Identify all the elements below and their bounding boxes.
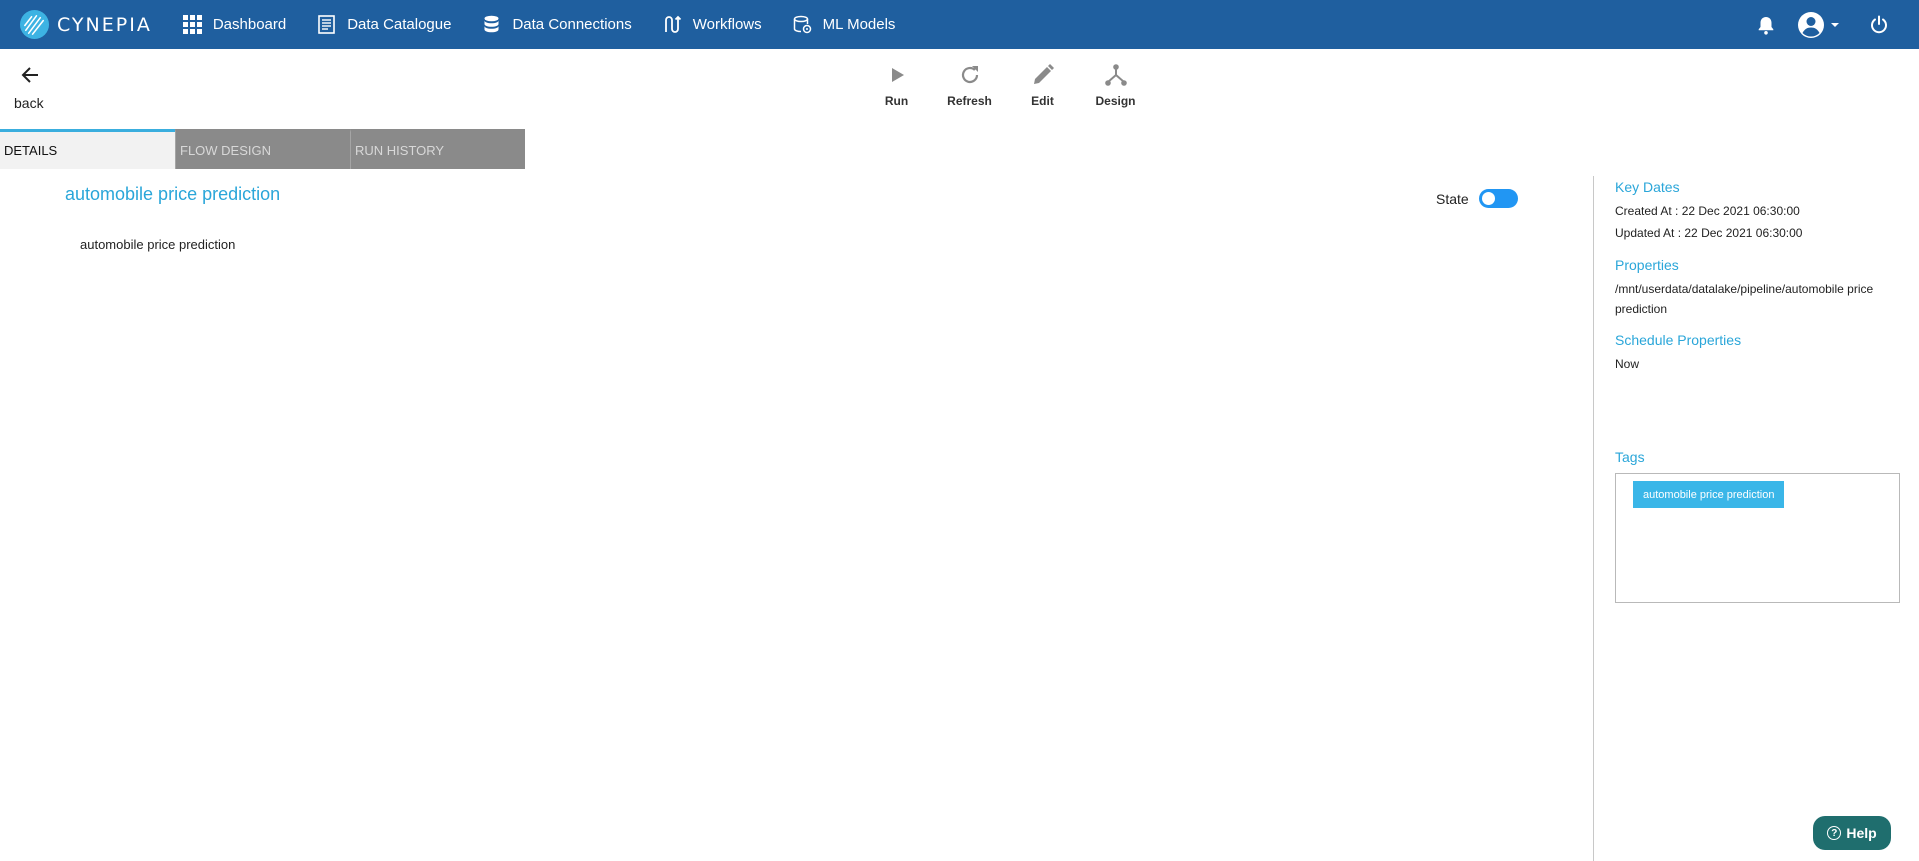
key-dates-section: Key Dates Created At : 22 Dec 2021 06:30… [1615, 179, 1905, 243]
schedule-value: Now [1615, 357, 1640, 371]
cynepia-logo-icon [19, 9, 50, 40]
state-label: State [1436, 190, 1469, 207]
state-toggle[interactable] [1478, 189, 1518, 208]
design-button[interactable]: Design [1079, 62, 1152, 108]
detail-tabs: DETAILS FLOW DESIGN RUN HISTORY [0, 129, 525, 169]
top-navbar: CYNEPIA Dashboard Data Catalogue Data Co… [0, 0, 1919, 49]
tags-box[interactable]: automobile price prediction [1615, 473, 1900, 603]
nav-item-workflows[interactable]: Workflows [662, 14, 762, 35]
pipeline-toolbar: Run Refresh Edit Design [860, 62, 1152, 108]
nav-item-data-connections[interactable]: Data Connections [481, 14, 632, 35]
tab-flow-design[interactable]: FLOW DESIGN [175, 129, 350, 169]
properties-title: Properties [1615, 257, 1679, 273]
pipeline-title: automobile price prediction [65, 184, 281, 204]
schedule-title: Schedule Properties [1615, 332, 1742, 348]
panel-divider [1593, 176, 1594, 861]
play-icon [891, 68, 904, 82]
nav-item-label: Data Catalogue [347, 16, 452, 33]
power-icon[interactable] [1869, 15, 1889, 35]
state-control: State [1436, 189, 1518, 208]
chevron-down-icon [1831, 22, 1839, 27]
tags-section: Tags [1615, 449, 1905, 465]
tags-title: Tags [1615, 449, 1645, 465]
back-button[interactable]: back [14, 64, 54, 111]
nav-item-label: ML Models [822, 16, 896, 33]
nav-item-label: Dashboard [212, 16, 287, 33]
toggle-knob [1481, 192, 1495, 205]
account-menu[interactable] [1797, 11, 1841, 39]
question-icon: ? [1827, 826, 1842, 840]
design-label: Design [1095, 94, 1136, 108]
created-at: Created At : 22 Dec 2021 06:30:00 [1615, 204, 1800, 218]
tab-label: FLOW DESIGN [180, 143, 272, 158]
tag-chip[interactable]: automobile price prediction [1633, 481, 1785, 508]
catalogue-icon [318, 15, 336, 34]
arrow-left-icon [21, 67, 38, 83]
nav-item-label: Workflows [692, 16, 762, 33]
brand[interactable]: CYNEPIA [19, 9, 152, 40]
back-label: back [14, 95, 44, 111]
properties-path: /mnt/userdata/datalake/pipeline/automobi… [1615, 282, 1874, 316]
help-button[interactable]: ? Help [1813, 816, 1891, 850]
schedule-section: Schedule Properties Now [1615, 332, 1905, 374]
account-icon [1798, 11, 1824, 38]
nav-item-dashboard[interactable]: Dashboard [182, 14, 286, 35]
help-label: Help [1846, 825, 1877, 841]
refresh-button[interactable]: Refresh [933, 62, 1006, 108]
grid-icon [182, 15, 202, 34]
brand-name: CYNEPIA [57, 13, 152, 36]
key-dates-title: Key Dates [1615, 179, 1680, 195]
database-icon [484, 15, 499, 33]
nav-item-data-catalogue[interactable]: Data Catalogue [316, 14, 451, 35]
pipeline-description: automobile price prediction [80, 237, 236, 252]
refresh-label: Refresh [947, 94, 992, 108]
run-button[interactable]: Run [860, 62, 933, 108]
tab-details[interactable]: DETAILS [0, 129, 175, 169]
properties-section: Properties /mnt/userdata/datalake/pipeli… [1615, 257, 1905, 319]
tab-label: RUN HISTORY [355, 143, 445, 158]
pencil-icon [1033, 64, 1054, 84]
updated-at: Updated At : 22 Dec 2021 06:30:00 [1615, 226, 1803, 240]
nav-item-ml-models[interactable]: ML Models [792, 14, 896, 35]
edit-button[interactable]: Edit [1006, 62, 1079, 108]
workflow-icon [664, 15, 681, 33]
tab-label: DETAILS [4, 143, 58, 158]
nav-item-label: Data Connections [512, 16, 632, 33]
tab-run-history[interactable]: RUN HISTORY [350, 129, 525, 169]
edit-label: Edit [1031, 94, 1054, 108]
bell-icon[interactable] [1757, 15, 1775, 35]
run-label: Run [884, 94, 909, 108]
design-icon [1104, 64, 1127, 86]
refresh-icon [961, 66, 978, 84]
ml-model-icon [793, 15, 811, 34]
